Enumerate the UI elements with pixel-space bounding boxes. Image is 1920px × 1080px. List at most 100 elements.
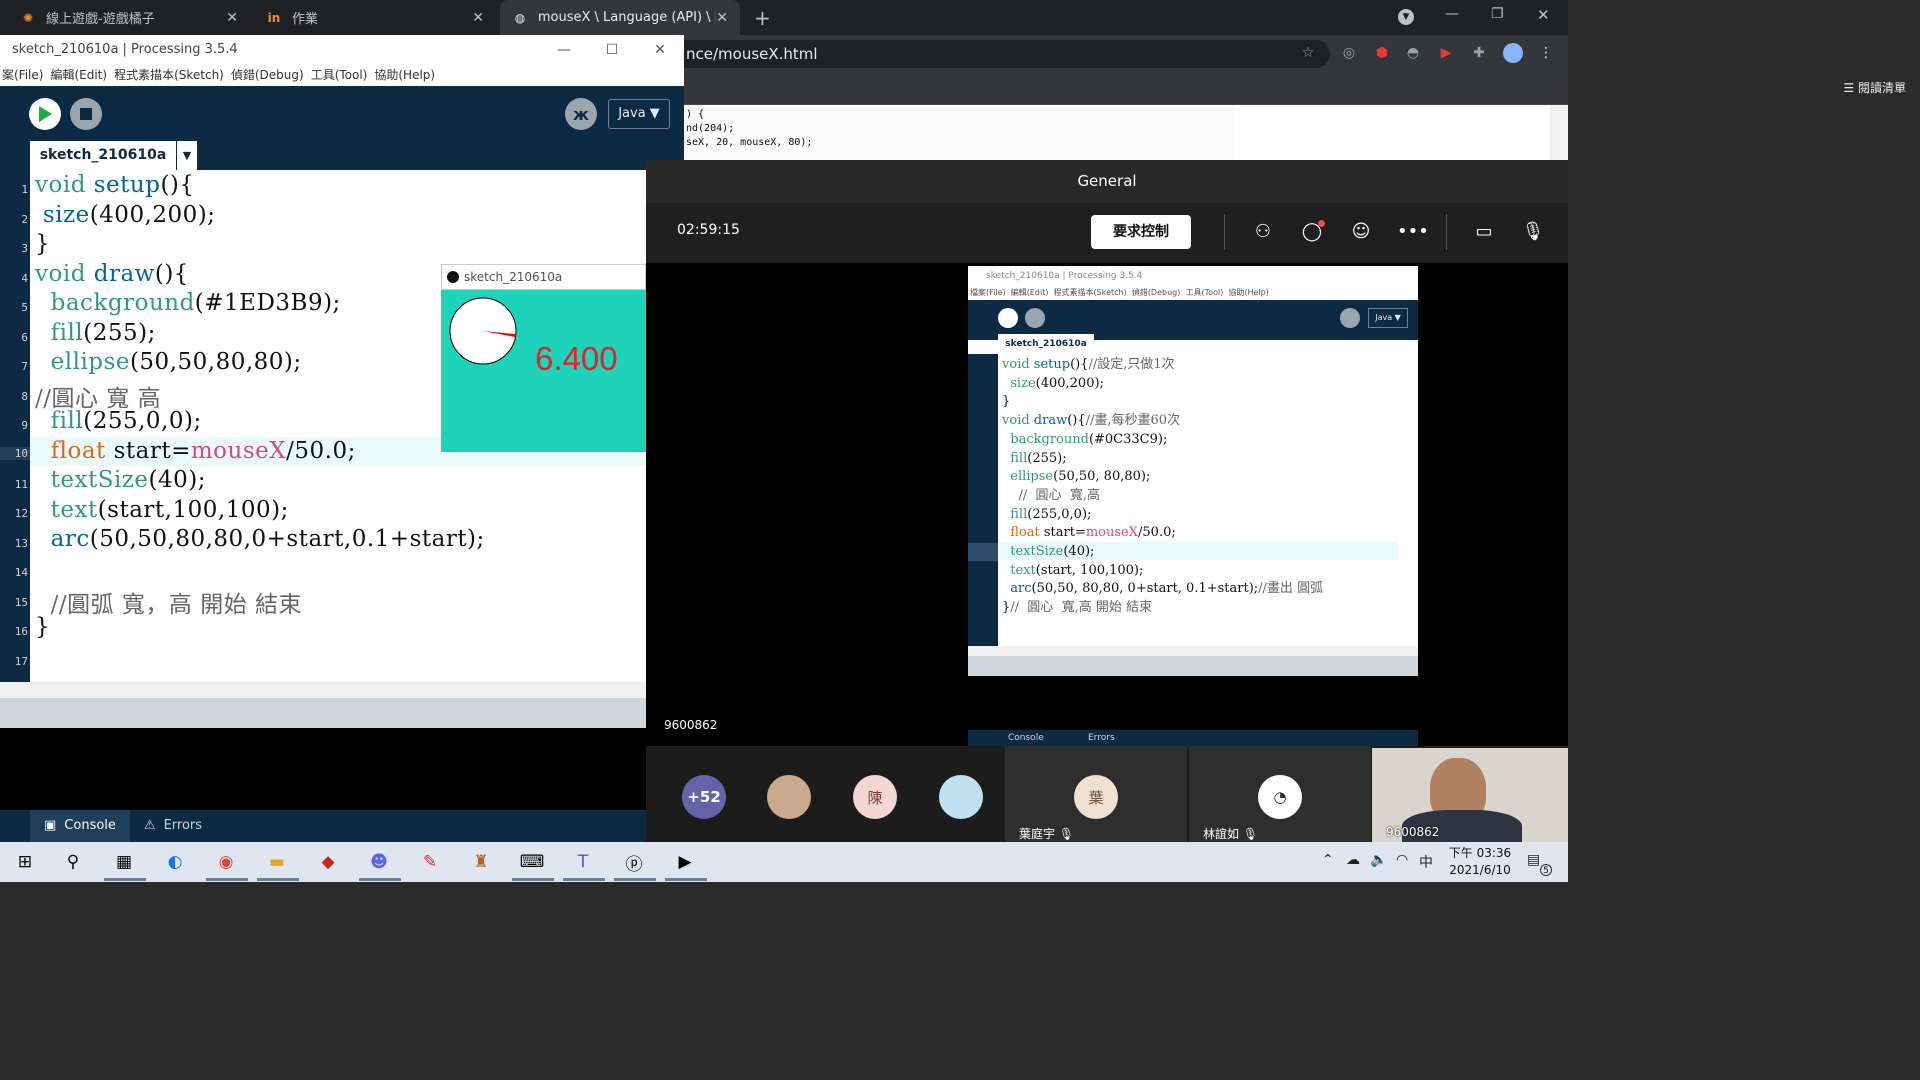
- browser-tab-game[interactable]: ✺ 線上遊戲-遊戲橘子 ✕: [8, 0, 250, 35]
- code-line: float start=mouseX/50.0;: [50, 438, 356, 464]
- shared-sketch-tab: sketch_210610a: [998, 334, 1094, 354]
- bookmark-star-icon[interactable]: ☆: [1300, 45, 1316, 61]
- participant-avatar-logo[interactable]: [939, 775, 983, 819]
- participant-name-lin: 林誼如 🎙: [1203, 825, 1258, 842]
- divider: [1446, 214, 1447, 250]
- url-field[interactable]: nce/mouseX.html: [660, 40, 1330, 68]
- profile-avatar[interactable]: [1503, 43, 1523, 63]
- maximize-icon[interactable]: ☐: [589, 35, 635, 65]
- discord-icon[interactable]: ☻: [364, 848, 394, 876]
- code-line: //圓弧 寬，高 開始 結束: [35, 592, 303, 618]
- line-number: 8: [21, 390, 28, 403]
- more-menu-icon[interactable]: ⋮: [1538, 45, 1554, 61]
- reading-list-button[interactable]: ☰ 閱讀清單: [1843, 79, 1906, 96]
- camera-label: 9600862: [1386, 825, 1440, 839]
- edge-browser-icon[interactable]: ◐: [160, 848, 190, 876]
- line-number: 7: [21, 360, 28, 373]
- close-tab-icon[interactable]: ✕: [716, 10, 728, 26]
- teams-app-icon[interactable]: T: [568, 848, 598, 876]
- puzzle-icon[interactable]: ✚: [1471, 45, 1487, 61]
- mic-off-icon[interactable]: 🎙: [1520, 220, 1546, 244]
- sketch-output-text: 6.400: [535, 340, 618, 377]
- show-hidden-icons[interactable]: ⌃: [1322, 852, 1334, 868]
- minimize-icon[interactable]: —: [541, 35, 587, 65]
- name-text: 林誼如: [1203, 827, 1240, 841]
- game-launcher-icon[interactable]: ♜: [466, 848, 496, 876]
- running-indicator: [563, 878, 605, 881]
- page-scrollbar[interactable]: [1550, 105, 1568, 160]
- request-control-button[interactable]: 要求控制: [1091, 215, 1191, 249]
- participant-avatar-chen[interactable]: 陳: [853, 775, 897, 819]
- browser-tab-homework[interactable]: in 作業 ✕: [254, 0, 496, 35]
- search-icon[interactable]: ⚲: [58, 848, 88, 876]
- close-window-icon[interactable]: ✕: [637, 35, 683, 65]
- game-app-icon[interactable]: ◆: [313, 848, 343, 876]
- line-number: 1: [21, 183, 28, 196]
- processing-app-icon[interactable]: ⓟ: [619, 848, 649, 876]
- file-explorer-icon[interactable]: ▬: [262, 848, 292, 876]
- extension-eye-icon[interactable]: ◓: [1405, 45, 1421, 61]
- menu-help[interactable]: 協助(Help): [374, 65, 435, 86]
- reactions-icon[interactable]: ☺: [1348, 220, 1374, 244]
- windows-start-icon[interactable]: ⊞: [10, 848, 40, 876]
- stop-icon: [80, 108, 92, 120]
- minimize-icon[interactable]: —: [1445, 6, 1459, 22]
- shared-title: sketch_210610a | Processing 3.5.4: [968, 266, 1418, 286]
- more-actions-icon[interactable]: •••: [1397, 220, 1429, 244]
- console-tab[interactable]: ▣ Console: [30, 810, 130, 842]
- extension-icon[interactable]: ◎: [1341, 45, 1357, 61]
- wifi-icon[interactable]: ◠: [1396, 852, 1408, 868]
- sketch-tab[interactable]: sketch_210610a: [30, 141, 176, 170]
- restore-icon[interactable]: ❐: [1491, 6, 1504, 22]
- menu-tool[interactable]: 工具(Tool): [311, 65, 368, 86]
- menu-sketch[interactable]: 程式素描本(Sketch): [114, 65, 224, 86]
- running-indicator: [104, 878, 146, 881]
- photos-app-icon[interactable]: ▦: [109, 848, 139, 876]
- shared-console: [968, 676, 1418, 732]
- extension-red-icon[interactable]: ⬢: [1374, 45, 1390, 61]
- shared-gutter-highlight: [968, 543, 998, 561]
- debug-mode-button[interactable]: ж: [565, 98, 597, 130]
- line-number: 4: [21, 272, 28, 285]
- code-app-icon[interactable]: ⌨: [517, 848, 547, 876]
- tab-menu-arrow-icon[interactable]: ▼: [177, 141, 197, 170]
- overflow-participants[interactable]: +52: [682, 775, 726, 819]
- shared-hscroll: [968, 646, 1418, 656]
- close-tab-icon[interactable]: ✕: [226, 10, 238, 26]
- line-number: 13: [14, 537, 28, 550]
- line-number: 5: [21, 301, 28, 314]
- editor-hscroll[interactable]: [0, 682, 646, 698]
- console-icon: ▣: [44, 818, 57, 833]
- line-number: 12: [14, 507, 28, 520]
- menu-file[interactable]: 案(File): [2, 65, 43, 86]
- browser-tab-mousex[interactable]: ◍ mouseX \ Language (API) \ Pro ✕: [500, 0, 740, 35]
- media-player-icon[interactable]: ▶: [670, 848, 700, 876]
- shared-console-label: Console: [1008, 733, 1044, 743]
- tab-search-icon[interactable]: ▼: [1398, 9, 1414, 25]
- errors-tab[interactable]: ⚠ Errors: [130, 810, 216, 842]
- notification-center-icon[interactable]: ▤: [1527, 852, 1540, 868]
- participant-avatar-photo[interactable]: [767, 775, 811, 819]
- extension-play-icon[interactable]: ▶: [1438, 45, 1454, 61]
- menu-edit[interactable]: 編輯(Edit): [50, 65, 107, 86]
- participants-icon[interactable]: ⚇: [1250, 220, 1276, 244]
- stop-button[interactable]: [70, 98, 102, 130]
- camera-off-icon[interactable]: ▭: [1471, 220, 1497, 244]
- channel-title: General: [646, 160, 1568, 203]
- name-text: 葉庭宇: [1019, 827, 1056, 841]
- taskbar-clock[interactable]: 下午 03:36 2021/6/10: [1440, 845, 1520, 879]
- menu-debug[interactable]: 偵錯(Debug): [231, 65, 304, 86]
- close-tab-icon[interactable]: ✕: [472, 10, 484, 26]
- run-button[interactable]: [29, 98, 61, 130]
- running-indicator: [206, 878, 248, 881]
- ime-indicator[interactable]: 中: [1419, 852, 1433, 872]
- close-window-icon[interactable]: ✕: [1537, 6, 1550, 24]
- homework-favicon-icon: in: [267, 10, 281, 25]
- volume-icon[interactable]: 🔈: [1370, 852, 1387, 868]
- code-line: arc(50,50,80,80,0+start,0.1+start);: [50, 526, 485, 552]
- pdf-reader-icon[interactable]: ✎: [415, 848, 445, 876]
- chrome-browser-icon[interactable]: ◉: [211, 848, 241, 876]
- onedrive-icon[interactable]: ☁: [1346, 852, 1360, 868]
- mode-selector[interactable]: Java ▼: [608, 99, 670, 129]
- new-tab-button[interactable]: +: [754, 6, 771, 30]
